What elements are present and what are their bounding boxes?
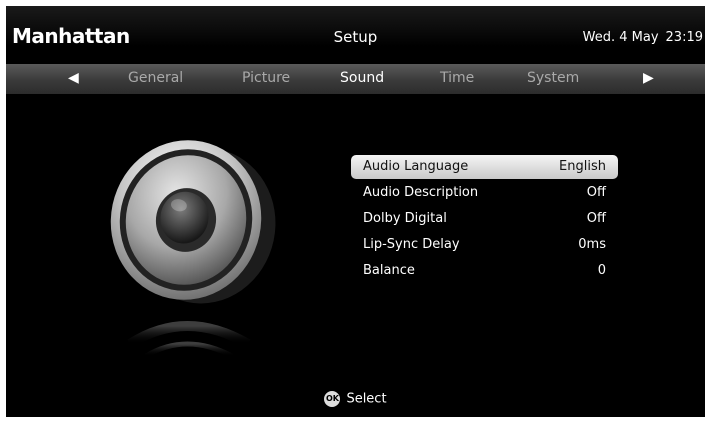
tab-picture[interactable]: Picture: [242, 70, 290, 86]
menu-item-audio-language[interactable]: Audio Language English: [351, 155, 618, 179]
menu-item-value: Off: [586, 211, 606, 226]
menu-item-value: 0: [597, 263, 606, 278]
menu-item-value: Off: [586, 185, 606, 200]
tab-sound[interactable]: Sound: [340, 70, 384, 86]
top-bar: Manhattan Setup Wed. 4 May 23:19: [6, 6, 705, 64]
menu-item-label: Audio Language: [363, 159, 469, 174]
menu-item-label: Audio Description: [363, 185, 479, 200]
tab-time[interactable]: Time: [440, 70, 474, 86]
menu-item-value: English: [559, 159, 606, 174]
clock: Wed. 4 May 23:19: [583, 30, 703, 45]
ok-button-icon: OK: [324, 391, 341, 407]
time-text: 23:19: [665, 30, 703, 45]
menu-item-lip-sync-delay[interactable]: Lip-Sync Delay 0ms: [351, 233, 618, 257]
tab-next-arrow-icon[interactable]: ▶: [643, 70, 654, 86]
menu-item-value: 0ms: [578, 237, 606, 252]
footer-hint: OK Select: [6, 391, 705, 407]
speaker-icon: [110, 140, 276, 359]
tab-general[interactable]: General: [128, 70, 183, 86]
menu-item-audio-description[interactable]: Audio Description Off: [351, 181, 618, 205]
tv-screen: Manhattan Setup Wed. 4 May 23:19 ◀ Genera…: [6, 6, 705, 417]
menu-item-dolby-digital[interactable]: Dolby Digital Off: [351, 207, 618, 231]
tab-system[interactable]: System: [527, 70, 579, 86]
select-hint-label: Select: [346, 391, 387, 407]
sound-settings-menu: Audio Language English Audio Description…: [351, 155, 618, 285]
tab-prev-arrow-icon[interactable]: ◀: [68, 70, 79, 86]
menu-item-label: Dolby Digital: [363, 211, 447, 226]
menu-item-label: Lip-Sync Delay: [363, 237, 460, 252]
menu-item-label: Balance: [363, 263, 415, 278]
date-text: Wed. 4 May: [582, 30, 659, 45]
tab-bar: ◀ General Picture Sound Time System ▶: [6, 64, 705, 94]
menu-item-balance[interactable]: Balance 0: [351, 259, 618, 283]
